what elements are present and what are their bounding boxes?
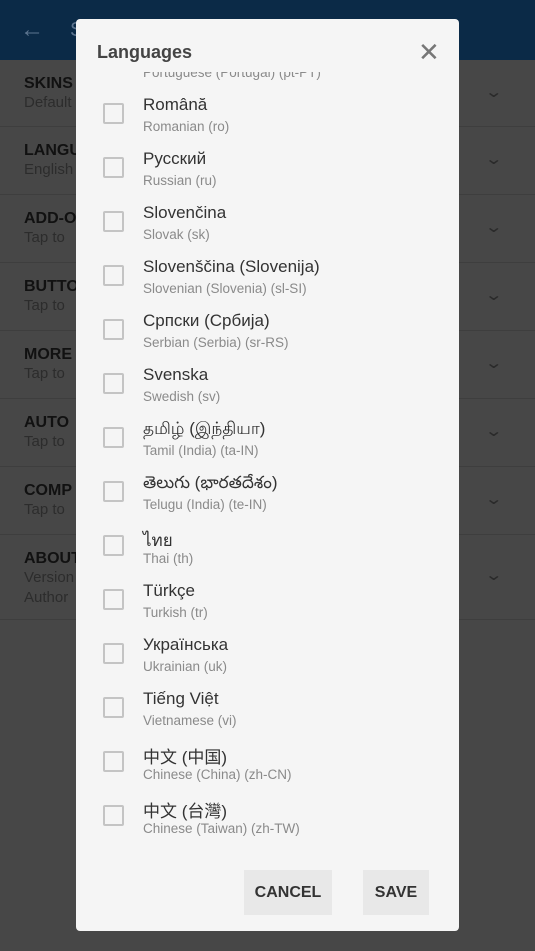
language-item[interactable]: Српски (Србија) Serbian (Serbia) (sr-RS) — [76, 304, 459, 358]
language-item[interactable]: தமிழ் (இந்தியா) Tamil (India) (ta-IN) — [76, 412, 459, 466]
section-title: SKINS — [24, 75, 73, 92]
checkbox[interactable] — [103, 211, 124, 232]
section-subtitle: Version — [24, 569, 75, 586]
chevron-down-icon[interactable]: ⌄ — [484, 489, 503, 509]
close-icon[interactable]: ✕ — [418, 37, 440, 68]
language-native-name: Română — [143, 95, 208, 114]
chevron-down-icon[interactable]: ⌄ — [484, 217, 503, 237]
language-english-name: Romanian (ro) — [143, 119, 230, 134]
cancel-button[interactable]: CANCEL — [244, 870, 332, 915]
chevron-down-icon[interactable]: ⌄ — [484, 82, 503, 102]
checkbox[interactable] — [103, 103, 124, 124]
language-native-name: தமிழ் (இந்தியா) — [143, 419, 266, 438]
chevron-down-icon[interactable]: ⌄ — [484, 421, 503, 441]
language-english-name: Russian (ru) — [143, 173, 217, 188]
language-english-name: Chinese (China) (zh-CN) — [143, 767, 292, 782]
section-subtitle: Tap to — [24, 365, 65, 382]
language-english-name: Tamil (India) (ta-IN) — [143, 443, 259, 458]
language-native-name: Slovenčina — [143, 203, 227, 222]
checkbox[interactable] — [103, 157, 124, 178]
section-title: ADD-O — [24, 210, 77, 227]
chevron-down-icon[interactable]: ⌄ — [484, 565, 503, 585]
language-native-name: 中文 (台灣) — [143, 802, 228, 821]
section-title: MORE — [24, 346, 72, 363]
language-item[interactable]: Portuguese (Portugal) (pt-PT) — [76, 72, 459, 88]
language-english-name: Chinese (Taiwan) (zh-TW) — [143, 821, 300, 836]
section-subtitle: English — [24, 161, 74, 178]
chevron-down-icon[interactable]: ⌄ — [484, 285, 503, 305]
checkbox[interactable] — [103, 373, 124, 394]
section-subtitle: Tap to — [24, 297, 65, 314]
section-subtitle: Tap to — [24, 501, 65, 518]
language-english-name: Swedish (sv) — [143, 389, 221, 404]
language-english-name: Slovak (sk) — [143, 227, 210, 242]
language-native-name: Türkçe — [143, 581, 195, 600]
language-english-name: Slovenian (Slovenia) (sl-SI) — [143, 281, 307, 296]
language-item[interactable]: Română Romanian (ro) — [76, 88, 459, 142]
language-english-name: Turkish (tr) — [143, 605, 208, 620]
language-item[interactable]: ไทย Thai (th) — [76, 520, 459, 574]
checkbox[interactable] — [103, 427, 124, 448]
language-item[interactable]: Slovenčina Slovak (sk) — [76, 196, 459, 250]
language-english-name: Vietnamese (vi) — [143, 713, 237, 728]
section-title: BUTTO — [24, 278, 79, 295]
section-subtitle: Default — [24, 94, 72, 111]
arrow-left-icon[interactable]: ← — [20, 16, 44, 44]
chevron-down-icon[interactable]: ⌄ — [484, 149, 503, 169]
language-item[interactable]: 中文 (中国) Chinese (China) (zh-CN) — [76, 736, 459, 790]
language-item[interactable]: తెలుగు (భారతదేశం) Telugu (India) (te-IN) — [76, 466, 459, 520]
checkbox[interactable] — [103, 643, 124, 664]
section-title: ABOUT — [24, 550, 81, 567]
language-english-name: Thai (th) — [143, 551, 194, 566]
language-item[interactable]: Русский Russian (ru) — [76, 142, 459, 196]
language-native-name: Svenska — [143, 365, 209, 384]
language-item[interactable]: 中文 (台灣) Chinese (Taiwan) (zh-TW) — [76, 790, 459, 844]
language-item[interactable]: Slovenščina (Slovenija) Slovenian (Sloven… — [76, 250, 459, 304]
language-english-name: Telugu (India) (te-IN) — [143, 497, 267, 512]
language-native-name: Slovenščina (Slovenija) — [143, 257, 320, 276]
language-native-name: Українська — [143, 635, 229, 654]
language-list[interactable]: Portuguese (Portugal) (pt-PT) Română Roman… — [76, 72, 459, 858]
checkbox[interactable] — [103, 805, 124, 826]
language-native-name: 中文 (中国) — [143, 748, 228, 767]
save-button[interactable]: SAVE — [363, 870, 429, 915]
checkbox[interactable] — [103, 319, 124, 340]
language-english-name: Portuguese (Portugal) (pt-PT) — [143, 72, 321, 80]
language-native-name: Русский — [143, 149, 207, 168]
language-native-name: Српски (Србија) — [143, 311, 270, 330]
section-title: AUTO — [24, 414, 70, 431]
language-item[interactable]: Türkçe Turkish (tr) — [76, 574, 459, 628]
checkbox[interactable] — [103, 535, 124, 556]
checkbox[interactable] — [103, 589, 124, 610]
language-item[interactable]: Tiếng Việt Vietnamese (vi) — [76, 682, 459, 736]
language-native-name: తెలుగు (భారతదేశం) — [143, 473, 278, 492]
language-native-name: Tiếng Việt — [143, 689, 219, 708]
checkbox[interactable] — [103, 751, 124, 772]
section-title: LANGU — [24, 142, 81, 159]
language-native-name: ไทย — [143, 531, 173, 550]
section-subtitle: Author — [24, 589, 69, 606]
section-title: COMP — [24, 482, 72, 499]
language-english-name: Ukrainian (uk) — [143, 659, 228, 674]
checkbox[interactable] — [103, 697, 124, 718]
checkbox[interactable] — [103, 481, 124, 502]
languages-dialog: Languages ✕ Portuguese (Portugal) (pt-PT… — [76, 19, 459, 931]
section-subtitle: Tap to — [24, 229, 65, 246]
chevron-down-icon[interactable]: ⌄ — [484, 353, 503, 373]
dialog-title: Languages — [97, 42, 193, 62]
language-item[interactable]: Svenska Swedish (sv) — [76, 358, 459, 412]
language-item[interactable]: Українська Ukrainian (uk) — [76, 628, 459, 682]
section-subtitle: Tap to — [24, 433, 65, 450]
language-english-name: Serbian (Serbia) (sr-RS) — [143, 335, 289, 350]
checkbox[interactable] — [103, 265, 124, 286]
